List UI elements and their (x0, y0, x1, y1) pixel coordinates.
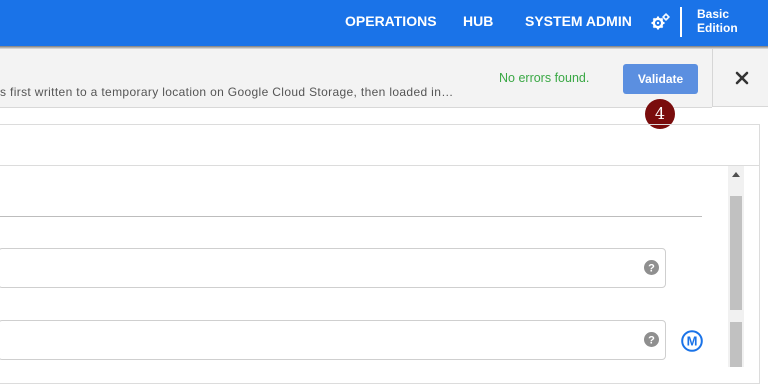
nav-system-admin[interactable]: SYSTEM ADMIN (525, 0, 632, 46)
nav-operations[interactable]: OPERATIONS (345, 0, 437, 46)
edition-line-1: Basic (697, 7, 730, 21)
svg-text:?: ? (648, 262, 655, 274)
validation-bar (0, 49, 712, 108)
nav-hub[interactable]: HUB (463, 0, 493, 46)
question-icon[interactable]: ? (644, 332, 659, 347)
plugin-description: s first written to a temporary location … (0, 85, 454, 99)
validate-button[interactable]: Validate (623, 64, 698, 94)
validation-status: No errors found. (499, 71, 590, 85)
edition-label: Basic Edition (697, 7, 757, 35)
svg-text:?: ? (648, 334, 655, 346)
scrollbar-thumb[interactable] (730, 196, 742, 310)
edition-line-2: Edition (697, 21, 738, 35)
nav-divider (680, 7, 682, 37)
gears-icon[interactable] (650, 13, 670, 31)
close-icon[interactable] (735, 71, 749, 85)
panel-header-divider (0, 165, 760, 166)
section-divider (0, 216, 702, 217)
scroll-up-arrow-icon[interactable] (728, 166, 744, 184)
question-icon[interactable]: ? (644, 260, 659, 275)
property-field-1[interactable] (0, 248, 666, 288)
macro-icon-label: M (687, 334, 698, 349)
macro-icon[interactable]: M (681, 330, 703, 352)
property-field-2[interactable] (0, 320, 666, 360)
scrollbar-lower-segment (730, 322, 742, 367)
